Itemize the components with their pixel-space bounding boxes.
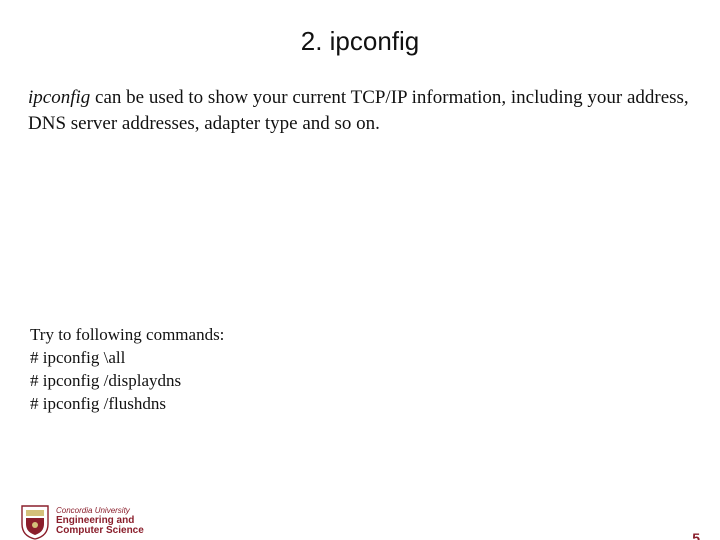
slide-title: 2. ipconfig xyxy=(0,26,720,57)
university-logo: Concordia University Engineering and Com… xyxy=(20,500,180,540)
command-line: # ipconfig /displaydns xyxy=(30,370,224,393)
command-name-italic: ipconfig xyxy=(28,87,90,108)
slide: 2. ipconfig ipconfig can be used to show… xyxy=(0,26,720,540)
command-list: Try to following commands: # ipconfig \a… xyxy=(30,324,224,416)
body-paragraph: ipconfig can be used to show your curren… xyxy=(28,85,692,136)
commands-intro: Try to following commands: xyxy=(30,324,224,347)
page-number: 5 xyxy=(690,530,702,540)
command-line: # ipconfig /flushdns xyxy=(30,393,224,416)
command-line: # ipconfig \all xyxy=(30,347,224,370)
logo-faculty-line2: Computer Science xyxy=(56,526,144,537)
body-text: can be used to show your current TCP/IP … xyxy=(28,87,689,134)
shield-icon xyxy=(20,504,50,540)
footer: Concordia University Engineering and Com… xyxy=(0,508,720,540)
logo-text: Concordia University Engineering and Com… xyxy=(56,507,144,536)
